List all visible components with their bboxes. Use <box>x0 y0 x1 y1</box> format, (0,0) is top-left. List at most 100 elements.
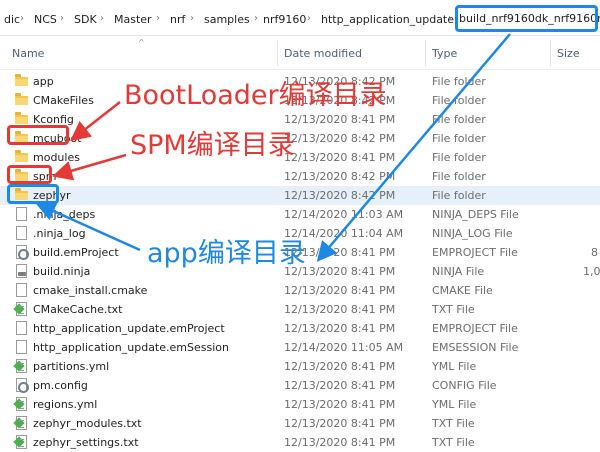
file-name: modules <box>33 151 80 164</box>
file-type: YML File <box>432 360 477 373</box>
breadcrumb-item-dic[interactable]: dic <box>4 13 20 26</box>
file-type: File folder <box>432 170 486 183</box>
file-date: 12/13/2020 8:41 PM <box>284 322 396 335</box>
folder-icon <box>15 93 28 105</box>
file-row[interactable]: Kconfig 12/13/2020 8:41 PM File folder <box>0 110 600 129</box>
breadcrumb-item-samples[interactable]: samples <box>204 13 250 26</box>
file-type: CMAKE File <box>432 284 493 297</box>
current-folder-highlight-box <box>455 5 598 32</box>
file-row[interactable]: partitions.yml 12/13/2020 8:41 PM YML Fi… <box>0 357 600 376</box>
file-icon <box>16 283 27 297</box>
file-name: build.emProject <box>33 246 119 259</box>
sort-indicator-icon: ^ <box>138 38 145 47</box>
file-date: 12/13/2020 8:41 PM <box>284 113 396 126</box>
breadcrumb-separator: › <box>20 13 24 24</box>
file-date: 12/14/2020 11:03 AM <box>284 208 404 221</box>
breadcrumb-item-ncs[interactable]: NCS <box>34 13 57 26</box>
file-icon <box>16 321 27 335</box>
file-icon <box>16 226 27 240</box>
file-row[interactable]: zephyr_modules.txt 12/13/2020 8:41 PM TX… <box>0 414 600 433</box>
file-row[interactable]: mcuboot 12/13/2020 8:42 PM File folder <box>0 129 600 148</box>
file-icon <box>16 264 27 278</box>
breadcrumb-item-sdk[interactable]: SDK <box>74 13 97 26</box>
breadcrumb-separator: › <box>156 13 160 24</box>
file-type: TXT File <box>432 417 475 430</box>
file-name: http_application_update.emSession <box>33 341 229 354</box>
file-type: YML File <box>432 398 477 411</box>
file-row[interactable]: pm.config 12/13/2020 8:41 PM CONFIG File <box>0 376 600 395</box>
folder-icon <box>15 74 28 86</box>
column-divider[interactable] <box>550 40 551 66</box>
file-row[interactable]: cmake_install.cmake 12/13/2020 8:41 PM C… <box>0 281 600 300</box>
text-file-icon <box>16 435 27 449</box>
breadcrumb-item-master[interactable]: Master <box>114 13 152 26</box>
breadcrumb-separator: › <box>100 13 104 24</box>
text-file-icon <box>16 359 27 373</box>
breadcrumb-item-nrf[interactable]: nrf <box>170 13 185 26</box>
text-file-icon <box>16 302 27 316</box>
file-date: 12/13/2020 8:42 PM <box>284 170 396 183</box>
file-row[interactable]: modules 12/13/2020 8:41 PM File folder <box>0 148 600 167</box>
text-file-icon <box>16 397 27 411</box>
config-file-icon <box>16 378 29 393</box>
breadcrumb-separator: › <box>190 13 194 24</box>
folder-icon <box>15 150 28 162</box>
file-type: File folder <box>432 132 486 145</box>
file-date: 12/13/2020 8:42 PM <box>284 189 396 202</box>
breadcrumb-item-nrf9160[interactable]: nrf9160 <box>263 13 306 26</box>
file-name: cmake_install.cmake <box>33 284 148 297</box>
file-name: regions.yml <box>33 398 98 411</box>
mcuboot-highlight-box <box>7 125 69 145</box>
column-header-date-modified[interactable]: Date modified <box>284 47 362 60</box>
file-type: CONFIG File <box>432 379 497 392</box>
text-file-icon <box>16 416 27 430</box>
file-date: 12/13/2020 8:41 PM <box>284 379 396 392</box>
file-name: CMakeFiles <box>33 94 94 107</box>
file-row[interactable]: spm 12/13/2020 8:42 PM File folder <box>0 167 600 186</box>
zephyr-highlight-box <box>7 184 59 204</box>
file-type: TXT File <box>432 436 475 449</box>
file-size: 1,0 <box>583 265 600 278</box>
file-type: EMSESSION File <box>432 341 519 354</box>
file-row[interactable]: zephyr_settings.txt 12/13/2020 8:41 PM T… <box>0 433 600 452</box>
file-row[interactable]: regions.yml 12/13/2020 8:41 PM YML File <box>0 395 600 414</box>
file-name: .ninja_log <box>33 227 86 240</box>
file-row[interactable]: http_application_update.emSession 12/14/… <box>0 338 600 357</box>
app-annotation: app编译目录 <box>147 238 306 269</box>
file-row[interactable]: .ninja_deps 12/14/2020 11:03 AM NINJA_DE… <box>0 205 600 224</box>
file-name: http_application_update.emProject <box>33 322 225 335</box>
breadcrumb-separator: › <box>448 13 452 24</box>
file-date: 12/13/2020 8:41 PM <box>284 151 396 164</box>
project-file-icon <box>16 245 29 260</box>
breadcrumb-item-http-application-update[interactable]: http_application_update <box>321 13 454 26</box>
column-header-size[interactable]: Size <box>557 47 580 60</box>
breadcrumb-separator: › <box>254 13 258 24</box>
bootloader-annotation: BootLoader编译目录 <box>124 80 387 111</box>
file-row-selected[interactable]: zephyr 12/13/2020 8:42 PM File folder <box>0 186 600 205</box>
column-header-type[interactable]: Type <box>432 47 457 60</box>
file-date: 12/14/2020 11:05 AM <box>284 341 404 354</box>
file-type: NINJA_LOG File <box>432 227 513 240</box>
file-name: pm.config <box>33 379 88 392</box>
file-row[interactable]: CMakeCache.txt 12/13/2020 8:41 PM TXT Fi… <box>0 300 600 319</box>
file-type: File folder <box>432 151 486 164</box>
spm-annotation: SPM编译目录 <box>130 130 295 161</box>
file-name: build.ninja <box>33 265 91 278</box>
file-date: 12/13/2020 8:41 PM <box>284 398 396 411</box>
column-divider[interactable] <box>277 40 278 66</box>
file-icon <box>16 207 27 221</box>
file-type: EMPROJECT File <box>432 246 518 259</box>
breadcrumb-separator: › <box>60 13 64 24</box>
file-row[interactable]: http_application_update.emProject 12/13/… <box>0 319 600 338</box>
column-headers: ^ Name Date modified Type Size <box>0 36 600 70</box>
file-name: zephyr_settings.txt <box>33 436 139 449</box>
file-date: 12/13/2020 8:41 PM <box>284 360 396 373</box>
file-type: File folder <box>432 94 486 107</box>
column-header-name[interactable]: Name <box>12 47 44 60</box>
file-date: 12/13/2020 8:41 PM <box>284 417 396 430</box>
file-type: NINJA File <box>432 265 485 278</box>
file-icon <box>16 340 27 354</box>
file-type: File folder <box>432 189 486 202</box>
column-divider[interactable] <box>425 40 426 66</box>
file-date: 12/13/2020 8:42 PM <box>284 132 396 145</box>
